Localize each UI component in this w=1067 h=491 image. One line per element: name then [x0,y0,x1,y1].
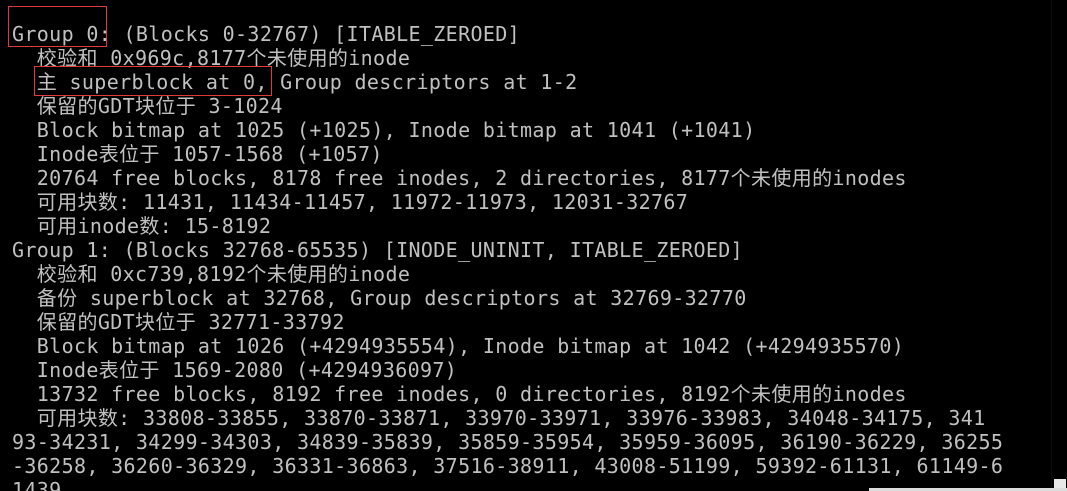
output-line: 13732 free blocks, 8192 free inodes, 0 d… [12,382,907,406]
output-line: 20764 free blocks, 8178 free inodes, 2 d… [12,166,907,190]
output-line: 保留的GDT块位于 32771-33792 [12,310,345,334]
output-line: Group 0: (Blocks 0-32767) [ITABLE_ZEROED… [12,22,521,46]
output-line: 备份 superblock at 32768, Group descriptor… [12,286,747,310]
terminal-window[interactable]: Group 0: (Blocks 0-32767) [ITABLE_ZEROED… [0,0,1067,491]
terminal-output[interactable]: Group 0: (Blocks 0-32767) [ITABLE_ZEROED… [0,0,1052,491]
output-line: 主 superblock at 0, Group descriptors at … [12,70,578,94]
output-line: Inode表位于 1569-2080 (+4294936097) [12,358,458,382]
output-line: 校验和 0xc739,8192个未使用的inode [12,262,411,286]
output-line: Group 1: (Blocks 32768-65535) [INODE_UNI… [12,238,744,262]
output-line: Block bitmap at 1026 (+4294935554), Inod… [12,334,905,358]
output-line: Inode表位于 1057-1568 (+1057) [12,142,383,166]
output-line: Block bitmap at 1025 (+1025), Inode bitm… [12,118,756,142]
output-line: 93-34231, 34299-34303, 34839-35839, 3585… [12,430,1004,454]
output-line: 可用inode数: 15-8192 [12,214,272,238]
output-line: 可用块数: 33808-33855, 33870-33871, 33970-33… [12,406,986,430]
output-line: 可用块数: 11431, 11434-11457, 11972-11973, 1… [12,190,689,214]
output-line: -36258, 36260-36329, 36331-36863, 37516-… [12,454,1004,478]
output-line: 保留的GDT块位于 3-1024 [12,94,283,118]
output-line: 1439 [12,478,62,491]
vertical-scrollbar[interactable] [1051,0,1067,491]
output-line: 校验和 0x969c,8177个未使用的inode [12,46,411,70]
